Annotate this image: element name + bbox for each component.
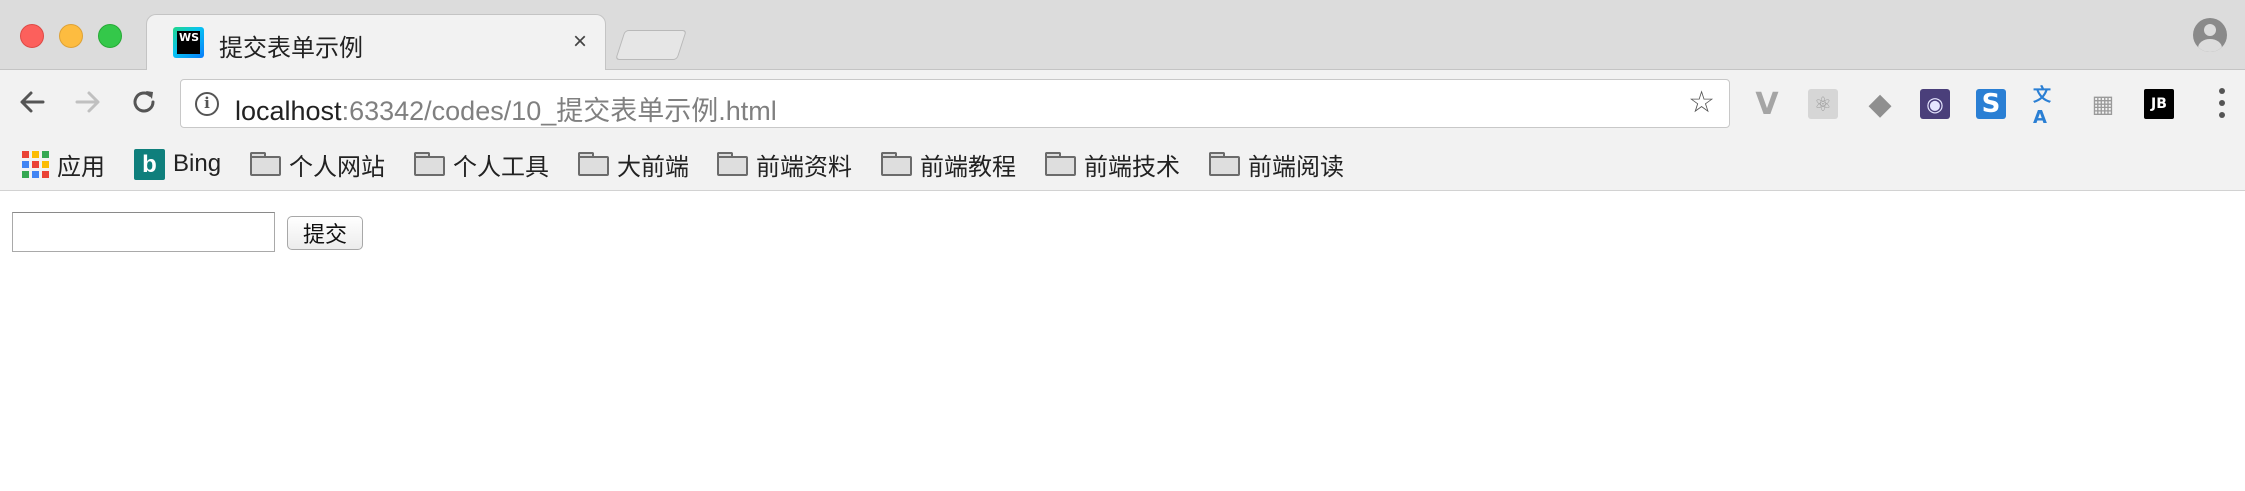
- folder-icon: [1209, 152, 1240, 176]
- url-text[interactable]: localhost:63342/codes/10_提交表单示例.html: [235, 89, 777, 128]
- translate-icon[interactable]: 文A: [2033, 85, 2063, 128]
- folder-icon: [578, 152, 609, 176]
- arrow-right-icon: [75, 91, 100, 113]
- bookmark-label: Bing: [173, 150, 222, 177]
- window-minimize-button[interactable]: [59, 24, 83, 48]
- bookmark-folder-frontend-tutorials[interactable]: 前端教程: [881, 146, 1016, 182]
- vue-devtools-icon[interactable]: V: [1752, 87, 1782, 122]
- bookmark-apps[interactable]: 应用: [22, 146, 105, 182]
- target-icon[interactable]: ◉: [1920, 89, 1950, 119]
- bookmark-folder-frontend-tech[interactable]: 前端技术: [1045, 146, 1180, 182]
- new-tab-button[interactable]: [615, 30, 687, 60]
- bookmark-star-icon[interactable]: ☆: [1688, 88, 1715, 118]
- jetbrains-icon[interactable]: JB: [2144, 89, 2174, 119]
- folder-icon: [414, 152, 445, 176]
- text-input[interactable]: [12, 212, 275, 252]
- bookmark-folder-big-frontend[interactable]: 大前端: [578, 146, 689, 182]
- bookmark-bing[interactable]: b Bing: [134, 146, 221, 182]
- window-maximize-button[interactable]: [98, 24, 122, 48]
- apps-grid-icon: [22, 150, 49, 178]
- bookmark-label: 应用: [57, 153, 105, 181]
- bookmark-folder-frontend-reading[interactable]: 前端阅读: [1209, 146, 1344, 182]
- bookmarks-bar: 应用 b Bing 个人网站 个人工具 大前端 前端资料 前端教程 前端技术 前…: [0, 137, 2245, 191]
- bookmark-label: 前端阅读: [1248, 153, 1344, 181]
- bookmark-label: 个人工具: [453, 153, 549, 181]
- window-close-button[interactable]: [20, 24, 44, 48]
- bookmark-folder-frontend-resources[interactable]: 前端资料: [717, 146, 852, 182]
- site-info-icon[interactable]: i: [195, 92, 219, 116]
- layers-icon[interactable]: ◆: [1865, 87, 1895, 122]
- chrome-menu-icon[interactable]: [2219, 88, 2225, 118]
- arrow-left-icon: [20, 91, 45, 113]
- browser-toolbar: i localhost:63342/codes/10_提交表单示例.html ☆…: [0, 70, 2245, 137]
- folder-icon: [1045, 152, 1076, 176]
- bookmark-label: 大前端: [617, 153, 689, 181]
- bing-icon: b: [134, 148, 165, 180]
- address-bar[interactable]: i localhost:63342/codes/10_提交表单示例.html ☆: [180, 79, 1730, 128]
- grid-icon[interactable]: ▦: [2088, 89, 2118, 119]
- bookmark-folder-personal-tools[interactable]: 个人工具: [414, 146, 549, 182]
- bookmark-label: 前端资料: [756, 153, 852, 181]
- tab-strip: WS 提交表单示例 ×: [0, 0, 2245, 71]
- bookmark-label: 前端技术: [1084, 153, 1180, 181]
- page-content: 提交: [0, 192, 2245, 491]
- back-button[interactable]: [12, 82, 52, 122]
- submit-button[interactable]: 提交: [287, 216, 363, 250]
- folder-icon: [250, 152, 281, 176]
- reload-icon: [133, 91, 155, 113]
- s-extension-icon[interactable]: S: [1976, 89, 2006, 119]
- url-host: localhost: [235, 96, 342, 126]
- url-path: :63342/codes/10_提交表单示例.html: [341, 96, 777, 126]
- bookmark-label: 个人网站: [289, 153, 385, 181]
- webstorm-favicon-icon: WS: [173, 27, 204, 58]
- react-devtools-icon[interactable]: ⚛: [1808, 89, 1838, 119]
- profile-avatar-icon[interactable]: [2193, 18, 2227, 52]
- tab-active[interactable]: WS 提交表单示例 ×: [146, 14, 606, 71]
- reload-button[interactable]: [124, 82, 164, 122]
- tab-title: 提交表单示例: [219, 35, 363, 62]
- folder-icon: [881, 152, 912, 176]
- forward-button[interactable]: [68, 82, 108, 122]
- tab-close-icon[interactable]: ×: [573, 28, 587, 56]
- folder-icon: [717, 152, 748, 176]
- bookmark-label: 前端教程: [920, 153, 1016, 181]
- bookmark-folder-personal-sites[interactable]: 个人网站: [250, 146, 385, 182]
